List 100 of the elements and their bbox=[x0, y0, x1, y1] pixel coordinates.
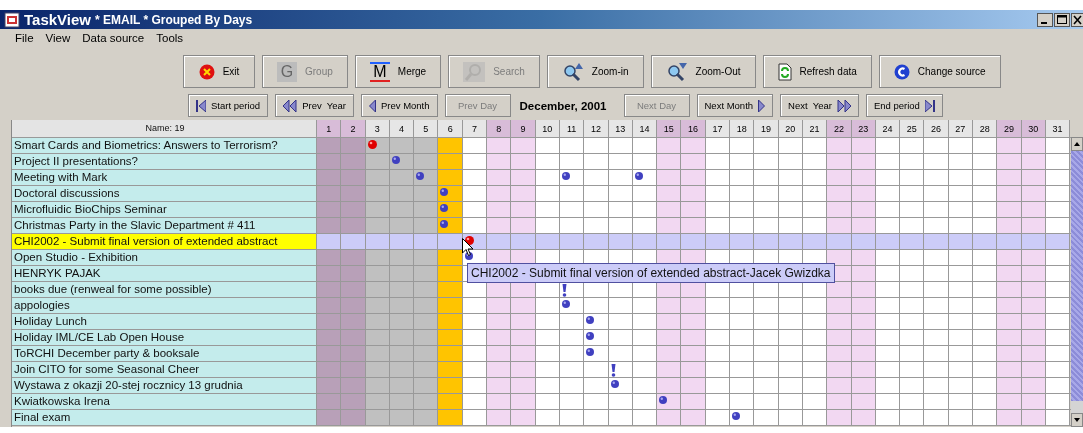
toolbar-button[interactable]: Refresh data bbox=[762, 55, 872, 88]
day-header: 20 bbox=[778, 120, 803, 137]
day-header: 26 bbox=[924, 120, 949, 137]
day-header: 22 bbox=[827, 120, 852, 137]
day-header: 12 bbox=[584, 120, 609, 137]
nav-button[interactable]: Next Month bbox=[696, 94, 774, 117]
zoom-in-icon bbox=[561, 61, 584, 82]
window-subtitle: * EMAIL * Grouped By Days bbox=[95, 12, 253, 27]
task-name[interactable]: Meeting with Mark bbox=[12, 170, 317, 185]
day-header: 27 bbox=[948, 120, 973, 137]
ball-icon[interactable] bbox=[610, 380, 619, 388]
ball-icon[interactable] bbox=[586, 332, 595, 340]
task-name[interactable]: Wystawa z okazji 20-stej rocznicy 13 grudnia bbox=[12, 378, 317, 393]
letter-icon: G bbox=[277, 61, 297, 82]
double-left-icon bbox=[283, 99, 298, 112]
day-header: 14 bbox=[632, 120, 658, 137]
menu-item[interactable]: File bbox=[15, 32, 34, 44]
task-name[interactable]: Microfluidic BioChips Seminar bbox=[12, 202, 317, 217]
refresh-icon bbox=[777, 62, 792, 81]
exclamation-icon[interactable] bbox=[610, 364, 616, 377]
day-header: 15 bbox=[657, 120, 682, 137]
ball-icon[interactable] bbox=[634, 172, 643, 180]
scroll-up-button[interactable] bbox=[1071, 137, 1083, 151]
task-name[interactable]: Final exam bbox=[12, 410, 317, 425]
toolbar-button[interactable]: Zoom-in bbox=[546, 55, 644, 88]
task-name[interactable]: Kwiatkowska Irena bbox=[12, 394, 317, 409]
menu-item[interactable]: Data source bbox=[82, 32, 145, 44]
double-right-icon bbox=[836, 99, 851, 112]
ball-icon[interactable] bbox=[586, 316, 595, 324]
task-name[interactable]: Holiday Lunch bbox=[12, 314, 317, 329]
day-header: 25 bbox=[900, 120, 925, 137]
day-header: 4 bbox=[389, 120, 415, 137]
last-icon bbox=[924, 99, 935, 112]
task-name[interactable]: CHI2002 - Submit final version of extended abstract bbox=[12, 234, 317, 249]
day-header: 31 bbox=[1045, 120, 1071, 137]
left-icon bbox=[368, 99, 376, 112]
ball-icon[interactable] bbox=[659, 396, 668, 404]
exclamation-icon[interactable] bbox=[561, 284, 567, 297]
task-name[interactable]: HENRYK PAJAK bbox=[12, 266, 317, 281]
tooltip: CHI2002 - Submit final version of extended abstract-Jacek Gwizdka bbox=[467, 263, 835, 283]
day-header: 3 bbox=[365, 120, 390, 137]
day-header: 23 bbox=[851, 120, 876, 137]
day-header: 11 bbox=[559, 120, 585, 137]
task-name[interactable]: Holiday IML/CE Lab Open House bbox=[12, 330, 317, 345]
period-label: December, 2001 bbox=[518, 99, 608, 112]
nav-button[interactable]: Prev Month bbox=[360, 94, 438, 117]
toolbar-button[interactable]: M Merge bbox=[354, 55, 442, 88]
toolbar-button[interactable]: Change source bbox=[878, 55, 1001, 88]
search-icon bbox=[463, 61, 486, 82]
maximize-button[interactable] bbox=[1054, 12, 1070, 27]
day-header: 21 bbox=[802, 120, 828, 137]
day-header: 10 bbox=[535, 120, 560, 137]
app-icon bbox=[4, 11, 20, 28]
day-header: 7 bbox=[462, 120, 488, 137]
day-header: 6 bbox=[438, 120, 463, 137]
task-name[interactable]: Doctoral discussions bbox=[12, 186, 317, 201]
day-header: 1 bbox=[317, 120, 342, 137]
day-header: 19 bbox=[754, 120, 779, 137]
day-header: 9 bbox=[511, 120, 536, 137]
day-header: 28 bbox=[973, 120, 998, 137]
day-header: 29 bbox=[997, 120, 1022, 137]
scrollbar-track[interactable] bbox=[1071, 401, 1083, 413]
ball-icon[interactable] bbox=[561, 300, 570, 308]
close-icon bbox=[198, 63, 215, 80]
task-name[interactable]: Open Studio - Exhibition bbox=[12, 250, 317, 265]
toolbar-button[interactable]: Exit bbox=[183, 55, 255, 88]
day-header: 24 bbox=[875, 120, 901, 137]
first-icon bbox=[196, 99, 206, 112]
scrollbar-thumb[interactable] bbox=[1071, 151, 1083, 401]
task-name[interactable]: Smart Cards and Biometrics: Answers to Terrorism? bbox=[12, 138, 317, 153]
zoom-out-icon bbox=[665, 61, 688, 82]
task-name[interactable]: books due (renweal for some possible) bbox=[12, 282, 317, 297]
window-title: TaskView bbox=[24, 11, 91, 28]
nav-button[interactable]: End period bbox=[865, 94, 943, 117]
nav-button[interactable]: Start period bbox=[188, 94, 269, 117]
menu-item[interactable]: View bbox=[45, 32, 71, 44]
day-header: 2 bbox=[341, 120, 366, 137]
toolbar-button[interactable]: Zoom-Out bbox=[650, 55, 756, 88]
ball-icon[interactable] bbox=[586, 348, 595, 356]
ball-icon[interactable] bbox=[732, 412, 741, 420]
day-header: 18 bbox=[730, 120, 755, 137]
task-name[interactable]: appologies bbox=[12, 298, 317, 313]
menu-item[interactable]: Tools bbox=[156, 32, 184, 44]
day-header: 17 bbox=[705, 120, 731, 137]
task-name[interactable]: ToRCHI December party & booksale bbox=[12, 346, 317, 361]
minimize-button[interactable] bbox=[1037, 12, 1053, 27]
day-header: 13 bbox=[608, 120, 633, 137]
task-name[interactable]: Project II presentations? bbox=[12, 154, 317, 169]
column-header: Name: 19 bbox=[12, 120, 317, 137]
task-name[interactable]: Join CITO for some Seasonal Cheer bbox=[12, 362, 317, 377]
nav-button[interactable]: Next Year bbox=[780, 94, 859, 117]
right-icon bbox=[758, 99, 766, 112]
nav-button[interactable]: Prev Year bbox=[275, 94, 354, 117]
scroll-down-button[interactable] bbox=[1071, 413, 1083, 427]
ball-icon[interactable] bbox=[561, 172, 570, 180]
day-header: 5 bbox=[414, 120, 439, 137]
close-button[interactable] bbox=[1071, 12, 1083, 27]
day-header: 30 bbox=[1021, 120, 1046, 137]
task-name[interactable]: Christmas Party in the Slavic Department # 411 bbox=[12, 218, 317, 233]
day-header: 8 bbox=[487, 120, 512, 137]
